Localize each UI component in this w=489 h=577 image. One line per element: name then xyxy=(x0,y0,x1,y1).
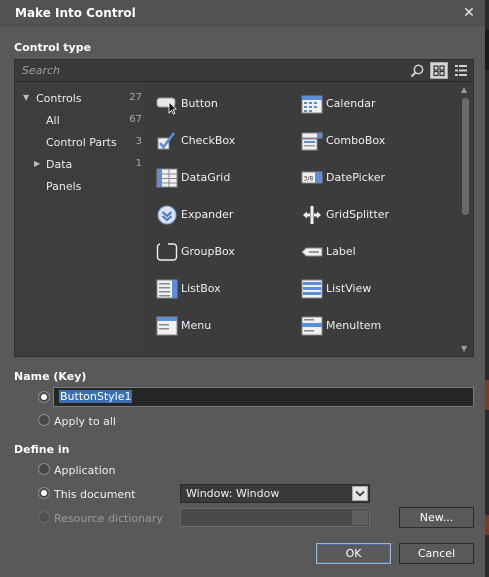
grid-view-button[interactable] xyxy=(430,62,448,79)
svg-text:3/8: 3/8 xyxy=(304,176,314,183)
list-view-button[interactable] xyxy=(452,62,470,79)
grid-item-checkbox[interactable]: CheckBox xyxy=(156,128,296,154)
combobox-icon xyxy=(301,132,323,151)
grid-item-groupbox[interactable]: GroupBox xyxy=(156,239,296,265)
grid-item-listbox[interactable]: ListBox xyxy=(156,276,296,302)
category-tree: ▼ Controls 27 All 67 Control Parts 3 ▶ D… xyxy=(15,82,146,356)
background-window-edge xyxy=(485,0,489,577)
application-radio[interactable] xyxy=(38,463,50,475)
scroll-thumb[interactable] xyxy=(462,98,469,215)
name-key-heading: Name (Key) xyxy=(14,370,87,383)
grid-item-expander[interactable]: Expander xyxy=(156,202,296,228)
define-in-heading: Define in xyxy=(14,443,70,456)
expander-icon xyxy=(157,205,177,225)
chevron-down-icon[interactable] xyxy=(352,486,368,501)
search-icon[interactable] xyxy=(409,63,425,79)
close-button[interactable]: ✕ xyxy=(459,3,479,23)
scroll-down-icon[interactable]: ▼ xyxy=(461,344,467,353)
chevron-down-icon-disabled xyxy=(352,510,368,525)
close-icon: ✕ xyxy=(463,5,475,21)
ok-button[interactable]: OK xyxy=(316,543,391,564)
menuitem-icon xyxy=(301,316,323,336)
this-document-selected-value: Window: Window xyxy=(186,487,280,500)
apply-to-all-radio[interactable] xyxy=(38,414,50,426)
grid-view-icon xyxy=(433,65,445,77)
tree-item-panels[interactable]: Panels xyxy=(15,177,146,197)
tree-item-all[interactable]: All 67 xyxy=(15,111,146,131)
cancel-button[interactable]: Cancel xyxy=(399,543,474,564)
grid-item-label[interactable]: Label xyxy=(301,239,441,265)
resource-dictionary-dropdown[interactable] xyxy=(180,508,370,527)
expanded-arrow-icon[interactable]: ▼ xyxy=(23,93,29,102)
datepicker-icon: 3/8 xyxy=(301,171,323,184)
control-type-picker: ▼ Controls 27 All 67 Control Parts 3 ▶ D… xyxy=(14,59,474,357)
resource-dictionary-label: Resource dictionary xyxy=(54,512,163,525)
list-view-icon xyxy=(455,65,467,76)
collapsed-arrow-icon[interactable]: ▶ xyxy=(34,159,40,168)
name-key-value: ButtonStyle1 xyxy=(59,390,133,403)
scroll-up-icon[interactable]: ▲ xyxy=(461,85,467,94)
name-key-input[interactable]: ButtonStyle1 xyxy=(53,387,474,407)
control-grid-scrollbar[interactable]: ▲ ▼ xyxy=(458,82,473,356)
gridsplitter-icon xyxy=(303,206,321,224)
new-resource-button[interactable]: New... xyxy=(399,507,474,528)
this-document-radio[interactable] xyxy=(38,487,50,499)
search-bar xyxy=(15,60,473,82)
button-icon xyxy=(156,97,177,115)
calendar-icon xyxy=(301,95,323,114)
checkbox-icon xyxy=(157,132,176,150)
grid-item-menuitem[interactable]: MenuItem xyxy=(301,313,441,339)
application-label: Application xyxy=(54,464,116,477)
grid-item-button[interactable]: Button xyxy=(156,91,296,117)
name-key-radio[interactable] xyxy=(38,391,50,403)
grid-item-gridsplitter[interactable]: GridSplitter xyxy=(301,202,441,228)
title-bar: Make Into Control ✕ xyxy=(0,0,485,26)
grid-item-calendar[interactable]: Calendar xyxy=(301,91,441,117)
apply-to-all-label: Apply to all xyxy=(54,415,116,428)
control-grid: Button Calendar CheckBox ComboBox DataGr… xyxy=(146,82,458,356)
tree-item-data[interactable]: ▶ Data 1 xyxy=(15,155,146,175)
this-document-dropdown[interactable]: Window: Window xyxy=(180,484,370,503)
grid-item-combobox[interactable]: ComboBox xyxy=(301,128,441,154)
tree-item-control-parts[interactable]: Control Parts 3 xyxy=(15,133,146,153)
dialog-title: Make Into Control xyxy=(15,6,136,20)
grid-item-datagrid[interactable]: DataGrid xyxy=(156,165,296,191)
grid-item-listview[interactable]: ListView xyxy=(301,276,441,302)
control-type-heading: Control type xyxy=(14,41,92,54)
tree-item-controls[interactable]: ▼ Controls 27 xyxy=(15,89,146,109)
listbox-icon xyxy=(156,279,178,299)
this-document-label: This document xyxy=(54,488,136,501)
groupbox-icon xyxy=(156,242,178,261)
menu-icon xyxy=(156,316,178,336)
listview-icon xyxy=(301,279,323,299)
grid-item-datepicker[interactable]: 3/8 DatePicker xyxy=(301,165,441,191)
label-icon xyxy=(301,247,323,257)
search-input[interactable] xyxy=(17,61,407,80)
grid-item-menu[interactable]: Menu xyxy=(156,313,296,339)
resource-dictionary-radio[interactable] xyxy=(38,511,50,523)
datagrid-icon xyxy=(156,168,178,188)
